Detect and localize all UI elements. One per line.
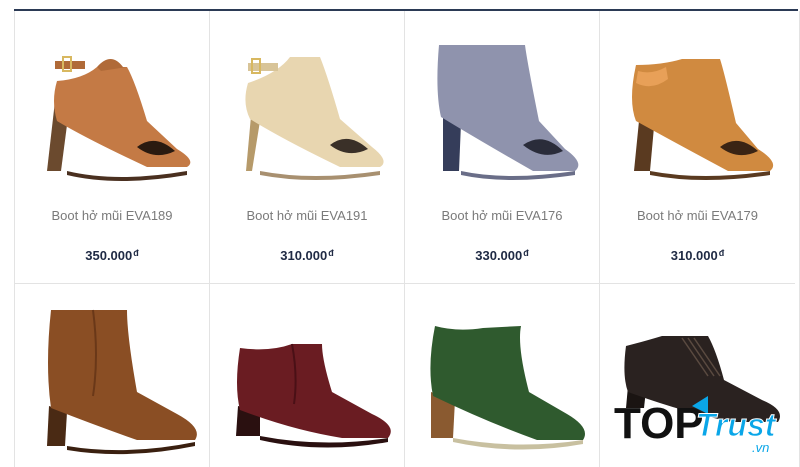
- product-name[interactable]: Boot hở mũi EVA189: [15, 208, 209, 223]
- currency-symbol: đ: [328, 248, 334, 258]
- product-card-eva191[interactable]: Boot hở mũi EVA191 310.000đ: [210, 11, 405, 284]
- product-image[interactable]: [612, 21, 783, 196]
- product-card-ankle-boot-brown[interactable]: [15, 284, 210, 467]
- logo-text-trust: Trust: [696, 407, 777, 443]
- product-price: 330.000đ: [405, 248, 599, 263]
- product-image[interactable]: [222, 296, 393, 467]
- product-price: 350.000đ: [15, 248, 209, 263]
- product-price: 310.000đ: [210, 248, 404, 263]
- product-card-eva179[interactable]: Boot hở mũi EVA179 310.000đ: [600, 11, 795, 284]
- product-image[interactable]: [417, 296, 588, 467]
- product-price: 310.000đ: [600, 248, 795, 263]
- product-image[interactable]: [222, 21, 393, 196]
- currency-symbol: đ: [133, 248, 139, 258]
- currency-symbol: đ: [718, 248, 725, 258]
- product-card-ankle-boot-green[interactable]: [405, 284, 600, 467]
- product-name[interactable]: Boot hở mũi EVA176: [405, 208, 599, 223]
- price-value: 310.000: [670, 248, 718, 263]
- product-image[interactable]: [27, 296, 198, 467]
- product-image[interactable]: [27, 21, 198, 196]
- product-name[interactable]: Boot hở mũi EVA179: [600, 208, 795, 223]
- product-name[interactable]: Boot hở mũi EVA191: [210, 208, 404, 223]
- logo-text-top: TOP: [614, 399, 704, 448]
- price-value: 330.000: [475, 248, 523, 263]
- product-card-ankle-boot-burgundy[interactable]: [210, 284, 405, 467]
- product-card-eva189[interactable]: Boot hở mũi EVA189 350.000đ: [15, 11, 210, 284]
- toptrust-logo: TOP Trust .vn: [612, 392, 790, 458]
- currency-symbol: đ: [523, 248, 529, 258]
- product-card-eva176[interactable]: Boot hở mũi EVA176 330.000đ: [405, 11, 600, 284]
- product-image[interactable]: [417, 21, 588, 196]
- price-value: 310.000: [280, 248, 328, 263]
- logo-text-domain: .vn: [752, 440, 769, 455]
- price-value: 350.000: [85, 248, 133, 263]
